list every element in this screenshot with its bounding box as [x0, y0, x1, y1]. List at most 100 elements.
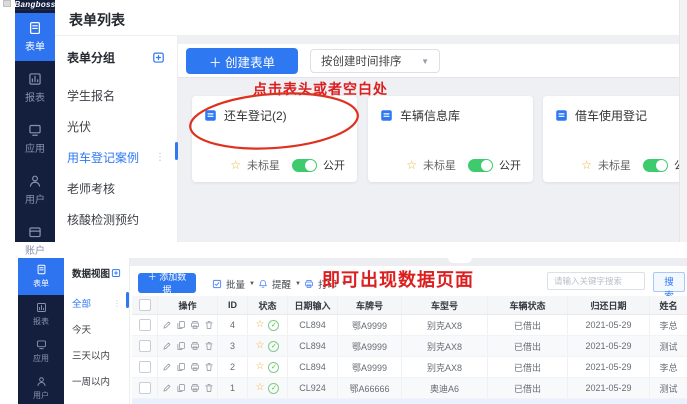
group-item[interactable]: 光伏 — [55, 111, 177, 142]
sidebar-item-apps[interactable]: 应用 — [18, 334, 64, 369]
form-groups-panel: 表单分组 学生报名 光伏 用车登记案例 ⋮ 老师考核 核酸检测预约 — [55, 36, 178, 242]
form-card-title: 还车登记(2) — [224, 107, 287, 124]
edit-icon[interactable] — [162, 383, 172, 393]
print-icon[interactable] — [190, 320, 200, 330]
print-icon[interactable] — [190, 362, 200, 372]
group-item[interactable]: 核酸检测预约 — [55, 204, 177, 235]
row-checkbox[interactable] — [139, 361, 151, 373]
cell-plate: 鄂A9999 — [338, 336, 402, 356]
add-data-button[interactable]: ＋ 添加数据 — [138, 273, 196, 293]
top-header-bar: 表单列表 — [55, 0, 687, 36]
star-icon[interactable]: ☆ — [256, 341, 265, 351]
star-icon[interactable]: ☆ — [406, 159, 417, 171]
col-header-op[interactable]: 操作 — [158, 296, 218, 314]
edit-icon[interactable] — [162, 341, 172, 351]
form-card-title: 车辆信息库 — [400, 107, 460, 124]
delete-icon[interactable] — [204, 320, 214, 330]
cell-id: 1 — [218, 378, 248, 398]
star-icon[interactable]: ☆ — [256, 383, 265, 393]
row-checkbox[interactable] — [139, 319, 151, 331]
more-dots-icon[interactable]: ⋮ — [155, 152, 165, 163]
table-row[interactable]: 4 ☆✓ CL894 鄂A9999 别克AX8 已借出 2021-05-29 李… — [132, 315, 687, 336]
star-icon[interactable]: ☆ — [256, 362, 265, 372]
cell-plate: 鄂A66666 — [338, 378, 402, 398]
star-icon[interactable]: ☆ — [230, 159, 241, 171]
form-card-vehicle-info[interactable]: 车辆信息库 ☆ 未标星 公开 — [368, 96, 533, 182]
sidebar-item-apps[interactable]: 应用 — [15, 115, 55, 163]
cell-id: 3 — [218, 336, 248, 356]
cell-date-input: CL894 — [288, 336, 338, 356]
copy-icon[interactable] — [176, 341, 186, 351]
remind-menu[interactable]: 提醒 ▼ — [258, 277, 301, 291]
copy-icon[interactable] — [176, 362, 186, 372]
public-toggle[interactable] — [292, 159, 317, 172]
group-item[interactable]: 学生报名 — [55, 80, 177, 111]
add-group-icon[interactable] — [152, 51, 165, 64]
view-item[interactable]: 三天以内 — [64, 342, 129, 368]
col-header-status[interactable]: 状态 — [248, 296, 288, 314]
delete-icon[interactable] — [204, 341, 214, 351]
col-header-plate[interactable]: 车牌号 — [338, 296, 402, 314]
bottom-sidebar: 表单 报表 应用 用户 账户 — [18, 258, 64, 404]
scrollbar-track[interactable] — [679, 0, 687, 242]
row-checkbox[interactable] — [139, 382, 151, 394]
sidebar-item-label: 账户 — [25, 242, 45, 257]
sidebar-item-reports[interactable]: 报表 — [15, 64, 55, 112]
sidebar-item-forms[interactable]: 表单 — [18, 258, 64, 295]
search-button[interactable]: 搜索 — [653, 272, 685, 292]
check-circle-icon: ✓ — [268, 320, 279, 331]
form-card-return-car[interactable]: 还车登记(2) ☆ 未标星 公开 — [192, 96, 357, 182]
add-view-icon[interactable] — [111, 268, 121, 278]
table-row[interactable]: 2 ☆✓ CL894 鄂A9999 别克AX8 已借出 2021-05-29 李… — [132, 357, 687, 378]
group-item[interactable]: 老师考核 — [55, 173, 177, 204]
group-item-selected[interactable]: 用车登记案例 ⋮ — [55, 142, 177, 173]
table-row[interactable]: 3 ☆✓ CL894 鄂A9999 别克AX8 已借出 2021-05-29 测… — [132, 336, 687, 357]
delete-icon[interactable] — [204, 362, 214, 372]
copy-icon[interactable] — [176, 383, 186, 393]
collapse-notch[interactable] — [448, 258, 472, 263]
view-item[interactable]: 一周以内 — [64, 368, 129, 394]
table-row[interactable]: 1 ☆✓ CL924 鄂A66666 奥迪A6 已借出 2021-05-29 测… — [132, 378, 687, 399]
report-icon — [36, 302, 47, 313]
star-icon[interactable]: ☆ — [581, 159, 592, 171]
print-icon[interactable] — [190, 341, 200, 351]
public-toggle[interactable] — [468, 159, 493, 172]
sidebar-item-users[interactable]: 用户 — [15, 166, 55, 214]
public-toggle[interactable] — [643, 159, 668, 172]
groups-panel-title: 表单分组 — [67, 49, 115, 66]
col-header-model[interactable]: 车型号 — [402, 296, 488, 314]
cell-name: 李总 — [650, 357, 687, 377]
sidebar-item-reports[interactable]: 报表 — [18, 297, 64, 332]
data-panel: ＋ 添加数据 批量 ▼ 提醒 ▼ 打印 ▼ 即可出现数据页面 搜索 操作 ID … — [130, 266, 687, 404]
col-header-name[interactable]: 姓名 — [650, 296, 687, 314]
panel-scroll-indicator[interactable] — [126, 292, 129, 308]
sidebar-item-label: 应用 — [33, 353, 49, 364]
col-header-return-date[interactable]: 归还日期 — [568, 296, 650, 314]
search-input[interactable] — [547, 272, 645, 290]
more-dots-icon[interactable]: ⋮ — [113, 299, 121, 308]
star-icon[interactable]: ☆ — [256, 320, 265, 330]
sidebar-item-users[interactable]: 用户 — [18, 371, 64, 404]
cell-model: 别克AX8 — [402, 357, 488, 377]
print-icon[interactable] — [190, 383, 200, 393]
col-header-vehicle-status[interactable]: 车辆状态 — [488, 296, 568, 314]
create-form-button[interactable]: ＋ 创建表单 — [186, 48, 298, 74]
sort-dropdown[interactable]: 按创建时间排序 ▼ — [310, 49, 440, 73]
user-icon — [28, 174, 42, 188]
edit-icon[interactable] — [162, 320, 172, 330]
select-all-checkbox[interactable] — [139, 299, 151, 311]
copy-icon[interactable] — [176, 320, 186, 330]
form-card-borrow-car[interactable]: 借车使用登记 ☆ 未标星 公开 — [543, 96, 687, 182]
batch-menu[interactable]: 批量 ▼ — [212, 277, 255, 291]
col-header-id[interactable]: ID — [218, 296, 248, 314]
row-checkbox[interactable] — [139, 340, 151, 352]
delete-icon[interactable] — [204, 383, 214, 393]
app-logo: Bangboss — [15, 0, 55, 10]
edit-icon[interactable] — [162, 362, 172, 372]
view-item[interactable]: 今天 — [64, 316, 129, 342]
cell-id: 2 — [218, 357, 248, 377]
view-item-selected[interactable]: 全部 ⋮ — [64, 290, 129, 316]
sidebar-item-forms[interactable]: 表单 — [15, 13, 55, 61]
cell-model: 奥迪A6 — [402, 378, 488, 398]
col-header-date-input[interactable]: 日期输入 — [288, 296, 338, 314]
